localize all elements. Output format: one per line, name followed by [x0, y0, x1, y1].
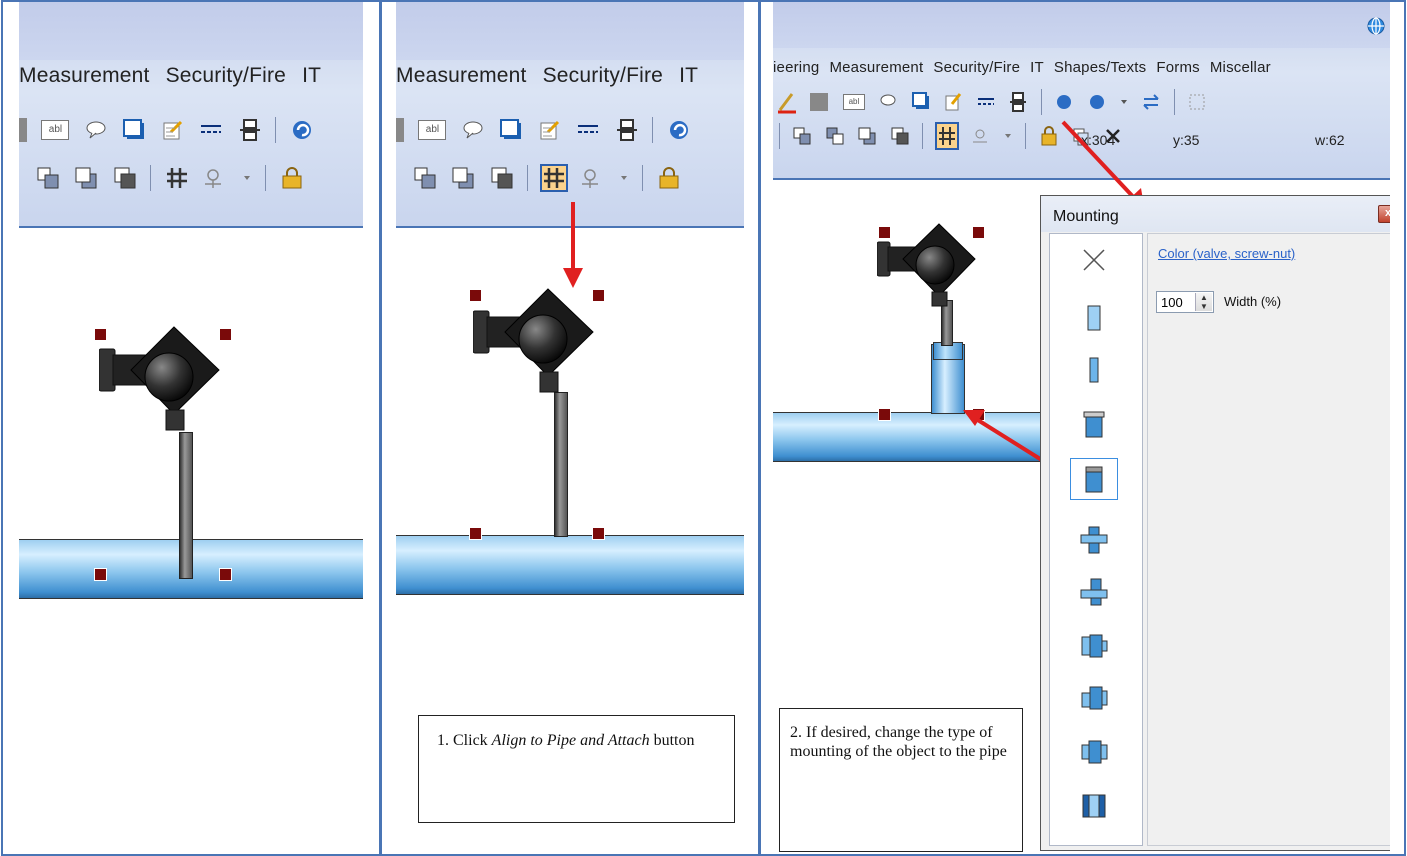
speech-bubble-icon[interactable]	[461, 118, 485, 142]
mount-flange-selected-icon[interactable]	[1070, 458, 1118, 500]
mount-none-icon[interactable]	[1076, 242, 1112, 278]
dialog-title: Mounting	[1041, 196, 1390, 232]
menu-measurement[interactable]: Measurement	[19, 64, 150, 87]
properties-icon[interactable]	[161, 118, 185, 142]
selection-handle[interactable]	[94, 328, 107, 341]
bring-front-icon[interactable]	[451, 166, 475, 190]
mount-type-list	[1049, 233, 1143, 846]
menu-it[interactable]: IT	[302, 64, 321, 87]
sensor-head[interactable]	[473, 284, 613, 404]
step-1-caption: 1. Click Align to Pipe and Attach button	[418, 715, 735, 823]
mount-valve-left-icon[interactable]	[1076, 628, 1112, 664]
ribbon: Measurement Security/Fire IT abl	[19, 2, 363, 228]
chevron-down-icon[interactable]	[619, 166, 629, 190]
menu-bar: Measurement Security/Fire IT	[19, 64, 337, 88]
bring-front-icon[interactable]	[74, 166, 98, 190]
textbox-icon[interactable]: abl	[418, 120, 447, 140]
mount-tee-offset-icon[interactable]	[1076, 574, 1112, 610]
properties-area: Color (valve, screw-nut) 100 ▲ ▼ Width (%…	[1147, 233, 1390, 846]
align-dropdown-icon[interactable]	[580, 166, 604, 190]
toolbar-row-2	[408, 162, 686, 196]
mount-valve-both-icon[interactable]	[1076, 734, 1112, 770]
spin-arrows-icon[interactable]: ▲ ▼	[1195, 293, 1212, 311]
menu-measurement[interactable]: Measurement	[396, 64, 527, 87]
width-stepper[interactable]: 100 ▲ ▼	[1156, 291, 1214, 313]
selection-handle[interactable]	[94, 568, 107, 581]
rotate-icon[interactable]	[667, 118, 691, 142]
selection-handle[interactable]	[219, 328, 232, 341]
width-value: 100	[1161, 295, 1183, 310]
send-back-icon[interactable]	[113, 166, 137, 190]
shadow-rect-icon[interactable]	[499, 118, 523, 142]
menu-security-fire[interactable]: Security/Fire	[543, 64, 663, 87]
selection-handle[interactable]	[219, 568, 232, 581]
selection-handle[interactable]	[592, 527, 605, 540]
step-panel-2: Measurement Security/Fire IT abl 1. Clic…	[380, 0, 760, 856]
align-to-pipe-button[interactable]	[539, 164, 568, 192]
rotate-icon[interactable]	[290, 118, 314, 142]
mount-sleeve-icon[interactable]	[1076, 788, 1112, 824]
color-link[interactable]: Color (valve, screw-nut)	[1158, 246, 1295, 261]
connector-icon[interactable]	[615, 118, 639, 142]
fill-icon[interactable]	[396, 118, 404, 142]
close-button[interactable]: x	[1378, 205, 1390, 223]
group-icon[interactable]	[36, 166, 60, 190]
fill-icon[interactable]	[19, 118, 27, 142]
align-to-pipe-icon[interactable]	[165, 166, 189, 190]
step-2-caption: 2. If desired, change the type of mounti…	[779, 708, 1023, 852]
step-panel-1: Measurement Security/Fire IT abl	[1, 0, 381, 856]
toolbar-row-1: abl	[19, 114, 319, 148]
chevron-down-icon[interactable]	[242, 166, 252, 190]
arrow-icon	[563, 202, 583, 288]
mount-valve-right-icon[interactable]	[1076, 680, 1112, 716]
textbox-icon[interactable]: abl	[41, 120, 70, 140]
sensor-head[interactable]	[99, 322, 239, 442]
sensor-rod[interactable]	[554, 392, 568, 537]
properties-icon[interactable]	[538, 118, 562, 142]
toolbar-row-1: abl	[396, 114, 696, 148]
mount-plain-icon[interactable]	[1076, 300, 1112, 336]
mount-slim-icon[interactable]	[1076, 352, 1112, 388]
send-back-icon[interactable]	[490, 166, 514, 190]
menu-it[interactable]: IT	[679, 64, 698, 87]
speech-bubble-icon[interactable]	[84, 118, 108, 142]
mount-flange-icon[interactable]	[1076, 406, 1112, 442]
lock-icon[interactable]	[280, 166, 304, 190]
mount-tee-icon[interactable]	[1076, 522, 1112, 558]
width-label: Width (%)	[1224, 294, 1282, 309]
selection-handle[interactable]	[592, 289, 605, 302]
line-style-icon[interactable]	[576, 118, 600, 142]
selection-handle[interactable]	[469, 289, 482, 302]
lock-icon[interactable]	[657, 166, 681, 190]
menu-security-fire[interactable]: Security/Fire	[166, 64, 286, 87]
menu-bar: Measurement Security/Fire IT	[396, 64, 714, 88]
sensor-rod[interactable]	[179, 432, 193, 579]
group-icon[interactable]	[413, 166, 437, 190]
toolbar-row-2	[31, 162, 309, 196]
line-style-icon[interactable]	[199, 118, 223, 142]
ribbon: Measurement Security/Fire IT abl	[396, 2, 744, 228]
step-panel-3: ieering Measurement Security/Fire IT Shapes/…	[759, 0, 1406, 856]
shadow-rect-icon[interactable]	[122, 118, 146, 142]
pipe[interactable]	[396, 535, 744, 595]
selection-handle[interactable]	[469, 527, 482, 540]
align-dropdown-icon[interactable]	[203, 166, 227, 190]
mounting-dialog: Mounting x Color (valve, screw-nut) 100	[1040, 195, 1390, 851]
connector-icon[interactable]	[238, 118, 262, 142]
